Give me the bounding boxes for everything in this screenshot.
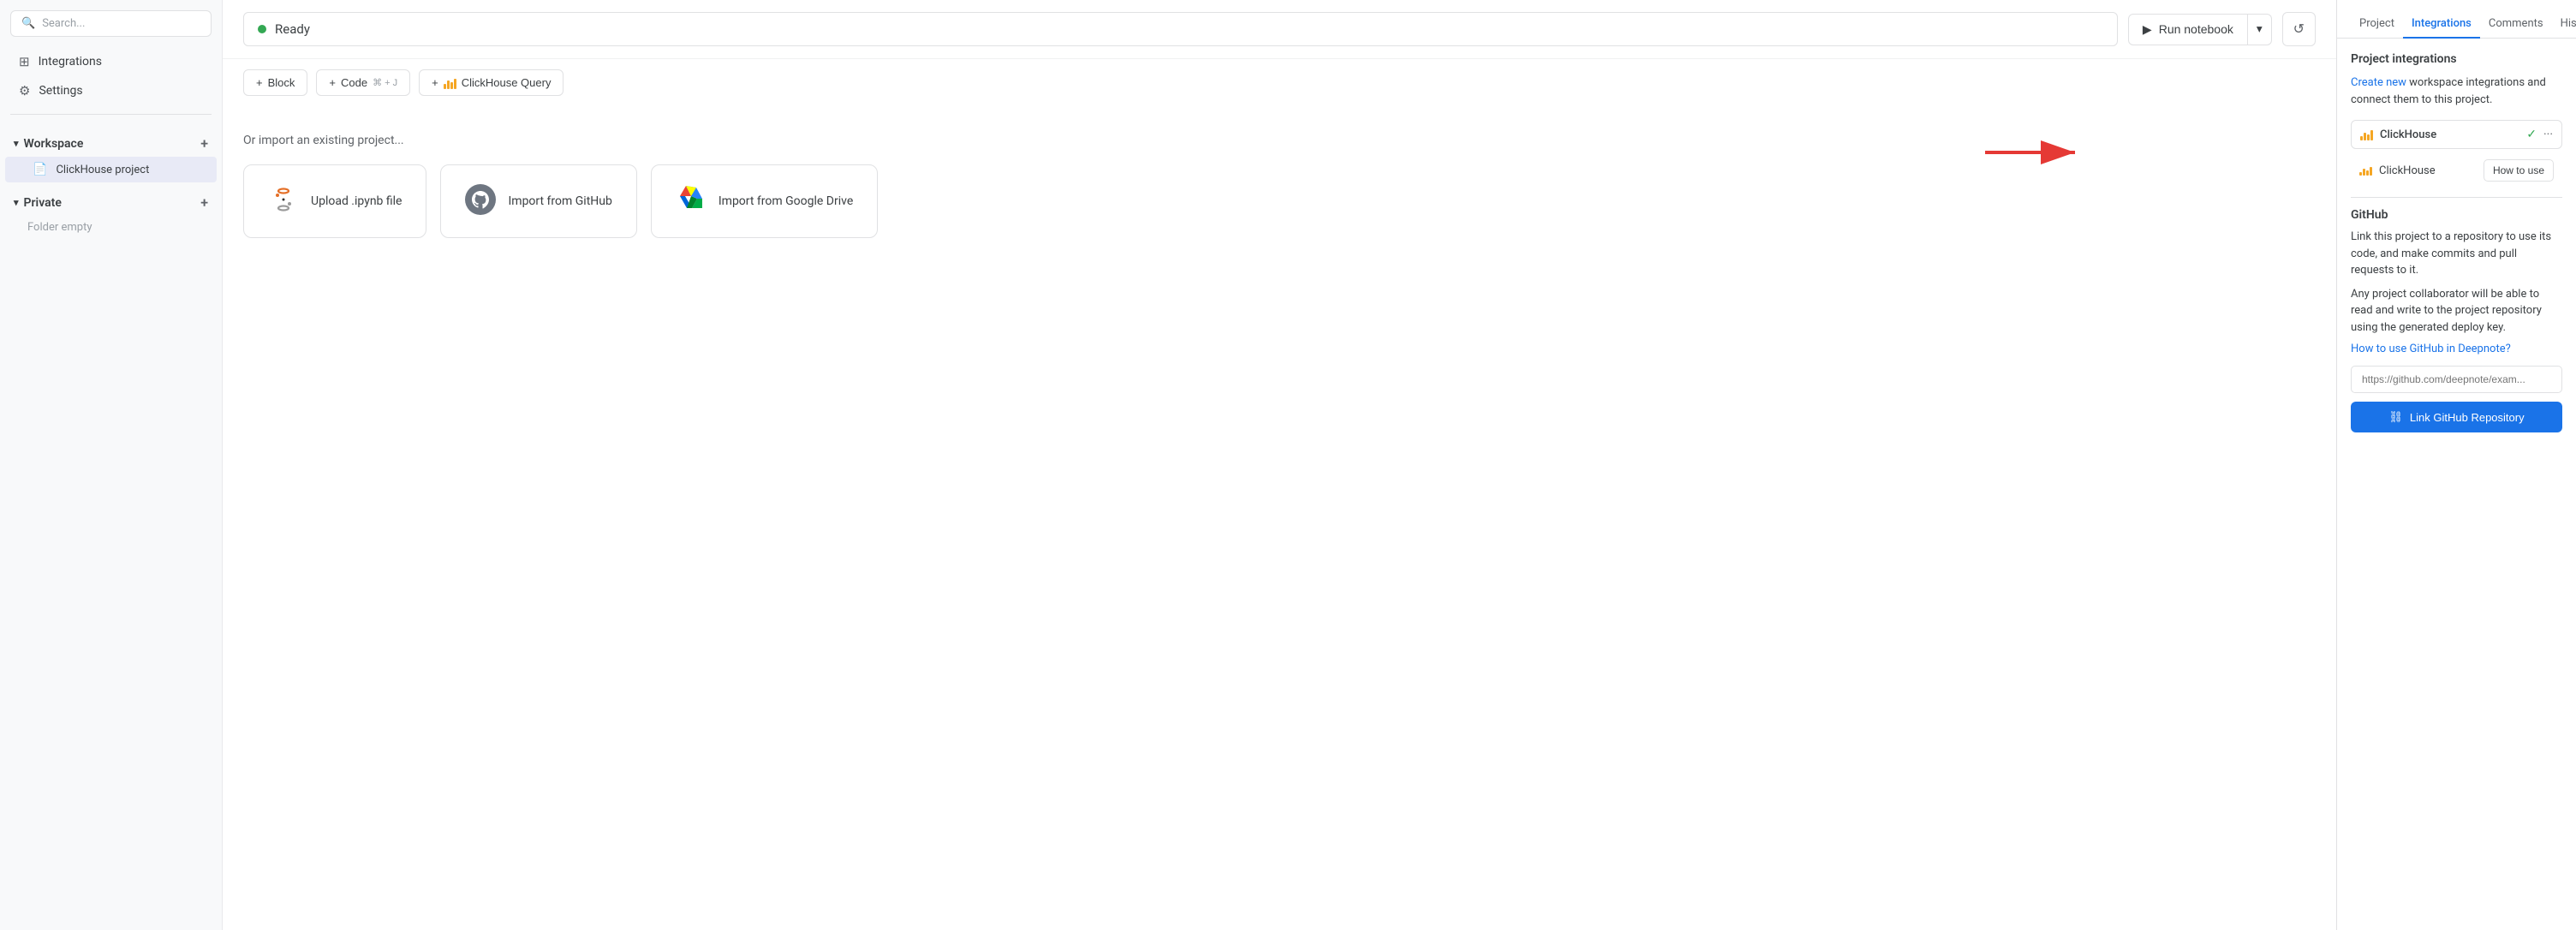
- tab-comments[interactable]: Comments: [2480, 10, 2552, 39]
- github-label: Import from GitHub: [508, 194, 611, 208]
- check-icon: ✓: [2526, 128, 2537, 141]
- how-to-use-button[interactable]: How to use: [2484, 159, 2554, 182]
- run-notebook-button[interactable]: ▶ Run notebook: [2128, 14, 2248, 45]
- sidebar-item-settings[interactable]: ⚙ Settings: [5, 76, 217, 105]
- run-dropdown-button[interactable]: ▾: [2248, 14, 2272, 45]
- sidebar-divider: [10, 114, 212, 115]
- run-label: Run notebook: [2159, 22, 2233, 36]
- workspace-label: Workspace: [24, 137, 84, 151]
- github-desc-1: Link this project to a repository to use…: [2351, 229, 2562, 279]
- github-section-title: GitHub: [2351, 208, 2562, 222]
- tab-history[interactable]: History: [2552, 10, 2576, 39]
- status-dot: [258, 25, 266, 33]
- sidebar: 🔍 Search... ⊞ Integrations ⚙ Settings ▾ …: [0, 0, 223, 930]
- chevron-down-icon: ▾: [14, 197, 19, 208]
- status-bar: Ready: [243, 12, 2118, 46]
- red-arrow: [1985, 137, 2088, 171]
- sidebar-item-label: Integrations: [39, 55, 102, 69]
- ch-sub-icon: [2359, 165, 2372, 176]
- tab-project[interactable]: Project: [2351, 10, 2403, 39]
- create-new-link[interactable]: Create new: [2351, 76, 2406, 89]
- github-icon: [465, 184, 496, 218]
- right-panel-content: Project integrations Create new workspac…: [2337, 39, 2576, 446]
- search-icon: 🔍: [21, 17, 35, 30]
- clickhouse-integration-item: ClickHouse ✓ ···: [2351, 120, 2562, 149]
- gdrive-label: Import from Google Drive: [719, 194, 853, 208]
- create-new-text: Create new workspace integrations and co…: [2351, 75, 2562, 108]
- ch-small-icon: [2360, 128, 2373, 140]
- folder-empty-label: Folder empty: [0, 216, 222, 239]
- workspace-add-button[interactable]: +: [200, 135, 208, 152]
- upload-label: Upload .ipynb file: [311, 194, 402, 208]
- ch-bars-icon: [444, 77, 456, 89]
- settings-icon: ⚙: [19, 83, 30, 98]
- plus-icon: +: [329, 76, 336, 89]
- refresh-button[interactable]: ↺: [2282, 12, 2316, 46]
- notebook-toolbar: Ready ▶ Run notebook ▾ ↺: [223, 0, 2336, 59]
- github-repo-input[interactable]: [2351, 366, 2562, 393]
- divider: [2351, 197, 2562, 198]
- sub-integration-clickhouse: ClickHouse How to use: [2351, 154, 2562, 187]
- private-header[interactable]: ▾ Private +: [0, 189, 222, 216]
- keyboard-shortcut: ⌘ + J: [373, 77, 397, 88]
- jupyter-icon: [268, 184, 299, 218]
- play-icon: ▶: [2143, 22, 2152, 37]
- add-query-label: ClickHouse Query: [462, 76, 552, 89]
- link-icon: ⛓: [2388, 410, 2403, 424]
- link-github-label: Link GitHub Repository: [2410, 411, 2525, 424]
- sidebar-project-clickhouse[interactable]: 📄 ClickHouse project: [5, 157, 217, 182]
- doc-icon: 📄: [33, 163, 47, 176]
- right-panel-tabs: Project Integrations Comments History: [2337, 0, 2576, 39]
- import-cards: Upload .ipynb file Import from GitHub: [243, 164, 2316, 238]
- search-box[interactable]: 🔍 Search...: [10, 10, 212, 37]
- right-panel: Project Integrations Comments History Pr…: [2336, 0, 2576, 930]
- tab-integrations[interactable]: Integrations: [2403, 10, 2480, 39]
- github-desc-2: Any project collaborator will be able to…: [2351, 286, 2562, 337]
- workspace-section: ▾ Workspace + 📄 ClickHouse project: [0, 130, 222, 182]
- add-query-button[interactable]: + ClickHouse Query: [419, 69, 564, 96]
- private-section: ▾ Private + Folder empty: [0, 189, 222, 239]
- chevron-down-icon: ▾: [2257, 22, 2263, 35]
- run-btn-group: ▶ Run notebook ▾: [2128, 14, 2272, 45]
- more-menu-icon[interactable]: ···: [2543, 128, 2553, 141]
- add-block-label: Block: [268, 76, 295, 89]
- block-toolbar: + Block + Code ⌘ + J + ClickHouse Query: [223, 59, 2336, 106]
- plus-icon: +: [432, 76, 438, 89]
- private-add-button[interactable]: +: [200, 194, 208, 211]
- plus-icon: +: [256, 76, 263, 89]
- refresh-icon: ↺: [2293, 22, 2305, 37]
- sidebar-item-label: Settings: [39, 84, 82, 98]
- integrations-icon: ⊞: [19, 54, 30, 69]
- upload-ipynb-card[interactable]: Upload .ipynb file: [243, 164, 426, 238]
- import-gdrive-card[interactable]: Import from Google Drive: [651, 164, 878, 238]
- private-label: Private: [24, 196, 62, 210]
- status-text: Ready: [275, 21, 310, 37]
- workspace-header[interactable]: ▾ Workspace +: [0, 130, 222, 157]
- add-code-button[interactable]: + Code ⌘ + J: [316, 69, 410, 96]
- main-content: Ready ▶ Run notebook ▾ ↺ + Block + Code …: [223, 0, 2336, 930]
- gdrive-icon: [676, 184, 707, 218]
- import-section: Or import an existing project... Upload …: [223, 106, 2336, 265]
- github-how-to-link[interactable]: How to use GitHub in Deepnote?: [2351, 343, 2562, 355]
- project-integrations-title: Project integrations: [2351, 52, 2562, 66]
- search-placeholder: Search...: [42, 17, 85, 30]
- sub-integration-name: ClickHouse: [2379, 164, 2436, 177]
- clickhouse-name: ClickHouse: [2380, 128, 2436, 141]
- import-github-card[interactable]: Import from GitHub: [440, 164, 636, 238]
- sidebar-item-integrations[interactable]: ⊞ Integrations: [5, 47, 217, 76]
- project-name: ClickHouse project: [56, 164, 149, 176]
- link-github-button[interactable]: ⛓ Link GitHub Repository: [2351, 402, 2562, 432]
- chevron-down-icon: ▾: [14, 138, 19, 149]
- add-block-button[interactable]: + Block: [243, 69, 307, 96]
- add-code-label: Code: [341, 76, 367, 89]
